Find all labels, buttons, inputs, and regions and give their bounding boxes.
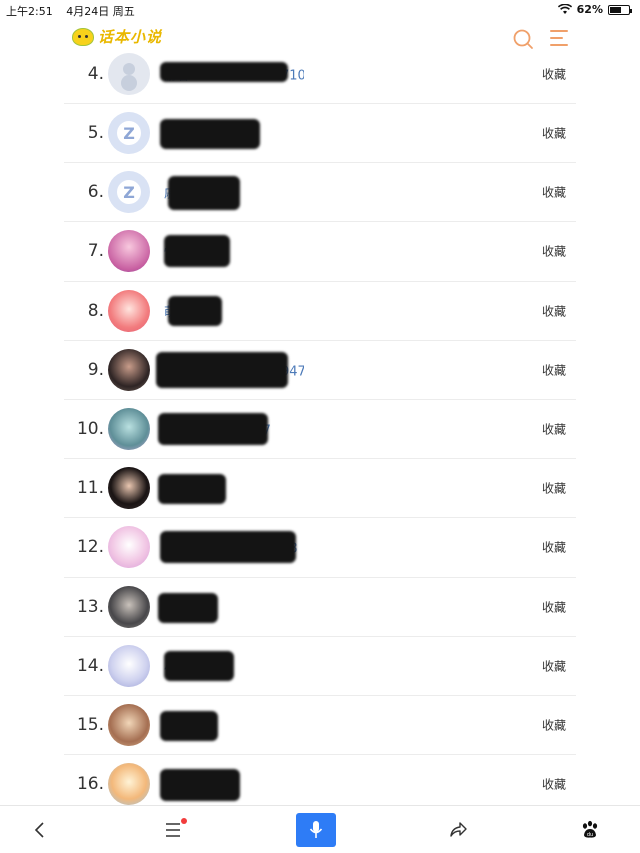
rank-number: 4. — [87, 64, 104, 84]
back-icon[interactable] — [10, 806, 70, 853]
redaction-mark — [160, 710, 218, 741]
favorite-label[interactable]: 收藏 — [542, 657, 566, 674]
avatar[interactable] — [108, 230, 150, 273]
redaction-mark — [158, 474, 226, 505]
favorite-label[interactable]: 收藏 — [542, 480, 566, 497]
status-time: 上午2:51 — [6, 5, 53, 18]
rank-number: 8. — [87, 300, 104, 321]
app-logo[interactable]: 话本小说 — [72, 26, 162, 47]
favorite-label[interactable]: 收藏 — [542, 539, 566, 556]
rank-number: 16. — [76, 774, 104, 795]
list-icon[interactable] — [144, 806, 204, 853]
avatar[interactable] — [108, 53, 150, 95]
rank-number: 13. — [76, 596, 104, 617]
wifi-icon — [557, 4, 572, 14]
redaction-mark — [160, 531, 296, 564]
status-time-date: 上午2:51 4月24日 周五 — [6, 3, 145, 19]
menu-icon[interactable] — [550, 30, 568, 46]
notification-dot — [181, 818, 187, 824]
avatar[interactable] — [108, 289, 150, 332]
avatar[interactable] — [108, 703, 150, 746]
favorite-label[interactable]: 收藏 — [542, 421, 566, 438]
list-item[interactable]: 15.菲菲收藏 — [64, 696, 576, 756]
favorite-label[interactable]: 收藏 — [542, 184, 566, 201]
battery-icon — [608, 4, 632, 15]
mascot-icon — [72, 27, 94, 46]
favorite-label[interactable]: 收藏 — [542, 243, 566, 260]
rank-number: 9. — [87, 359, 104, 380]
redaction-mark — [168, 176, 240, 211]
avatar[interactable] — [108, 348, 150, 391]
avatar[interactable] — [108, 585, 150, 628]
favorite-label[interactable]: 收藏 — [542, 361, 566, 378]
redaction-mark — [164, 235, 230, 268]
status-date: 4月24日 周五 — [66, 5, 135, 18]
list-item[interactable]: 4.游客15771341789710收藏 — [64, 45, 576, 104]
redaction-mark — [158, 592, 218, 623]
avatar[interactable] — [108, 526, 150, 569]
avatar[interactable] — [108, 763, 150, 806]
list-item[interactable]: 7.恨独123收藏 — [64, 222, 576, 282]
fan-ranking-list: 4.游客15771341789710收藏5.Z收藏6.Z戚沙石南收藏7.恨独12… — [64, 45, 576, 815]
paw-icon[interactable]: du — [560, 806, 620, 853]
status-bar: 上午2:51 4月24日 周五 62% — [0, 0, 640, 20]
avatar[interactable]: Z — [108, 112, 150, 155]
avatar[interactable] — [108, 467, 150, 510]
rank-number: 10. — [76, 419, 104, 440]
svg-text:du: du — [587, 832, 593, 838]
redaction-mark — [156, 351, 288, 388]
rank-number: 15. — [76, 714, 104, 735]
redaction-mark — [160, 62, 288, 82]
share-icon[interactable] — [428, 806, 488, 853]
favorite-label[interactable]: 收藏 — [542, 598, 566, 615]
rank-number: 14. — [76, 655, 104, 676]
favorite-label[interactable]: 收藏 — [542, 125, 566, 142]
mic-icon[interactable] — [296, 813, 336, 847]
redaction-mark — [160, 119, 260, 150]
rank-number: 7. — [87, 241, 104, 262]
redaction-mark — [160, 769, 240, 802]
list-item[interactable]: 6.Z戚沙石南收藏 — [64, 163, 576, 223]
list-item[interactable]: 11.林丽华收藏 — [64, 459, 576, 519]
logo-text: 话本小说 — [98, 28, 163, 46]
list-item[interactable]: 13.影收藏 — [64, 578, 576, 637]
redaction-mark — [158, 413, 268, 446]
z-icon: Z — [117, 180, 141, 205]
avatar[interactable] — [108, 644, 150, 687]
status-indicators: 62% — [557, 3, 632, 16]
battery-percent: 62% — [576, 3, 603, 16]
z-icon: Z — [117, 121, 141, 146]
list-item[interactable]: 14.小可爱K收藏 — [64, 637, 576, 696]
rank-number: 12. — [76, 537, 104, 558]
list-item[interactable]: 10.小怪_568258287收藏 — [64, 400, 576, 460]
list-item[interactable]: 8.萌猫丫丫收藏 — [64, 282, 576, 341]
favorite-label[interactable]: 收藏 — [542, 776, 566, 793]
avatar[interactable] — [108, 408, 150, 451]
redaction-mark — [168, 295, 222, 326]
rank-number: 5. — [87, 123, 104, 144]
favorite-label[interactable]: 收藏 — [542, 66, 566, 83]
list-item[interactable]: 12.游客1582964214548收藏 — [64, 518, 576, 578]
avatar[interactable]: Z — [108, 171, 150, 214]
list-item[interactable]: 9.游客15867705375947收藏 — [64, 341, 576, 400]
rank-number: 11. — [76, 478, 104, 499]
favorite-label[interactable]: 收藏 — [542, 302, 566, 319]
list-item[interactable]: 5. Z 收藏 — [64, 104, 576, 164]
rank-number: 6. — [87, 182, 104, 203]
bottom-toolbar: du — [0, 805, 640, 853]
redaction-mark — [164, 650, 234, 681]
favorite-label[interactable]: 收藏 — [542, 716, 566, 733]
